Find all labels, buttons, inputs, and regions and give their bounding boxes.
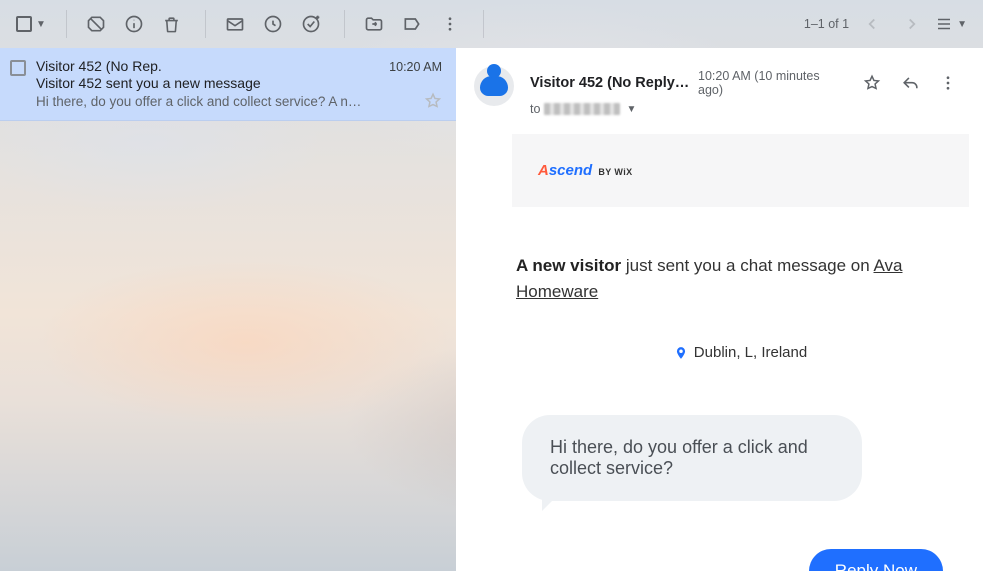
message-body: Ascend BY WiX A new visitor just sent yo… [456,116,983,571]
toolbar: ▼ 1–1 of [0,0,983,48]
move-to-icon[interactable] [355,5,393,43]
split-pane-toggle[interactable]: ▼ [929,15,973,33]
caret-down-icon: ▼ [36,19,46,30]
more-icon[interactable] [931,66,965,100]
reading-pane: Visitor 452 (No Reply)... 10:20 AM (10 m… [456,48,983,571]
visitor-location: Dublin, L, Ireland [512,344,969,361]
message-list-pane: Visitor 452 (No Rep. 10:20 AM Visitor 45… [0,48,456,571]
chat-bubble: Hi there, do you offer a click and colle… [522,415,862,501]
header-sender: Visitor 452 (No Reply)... [530,75,690,91]
caret-down-icon: ▼ [957,19,967,30]
brand-banner: Ascend BY WiX [512,134,969,207]
caret-down-icon: ▼ [626,104,636,115]
prev-page-icon[interactable] [855,7,889,41]
row-time: 10:20 AM [389,60,442,74]
info-icon[interactable] [115,5,153,43]
more-icon[interactable] [431,5,469,43]
reply-icon[interactable] [893,66,927,100]
labels-icon[interactable] [393,5,431,43]
avatar [474,66,514,106]
message-row[interactable]: Visitor 452 (No Rep. 10:20 AM Visitor 45… [0,48,456,121]
pager: 1–1 of 1 [804,7,929,41]
row-snippet: Hi there, do you offer a click and colle… [36,94,366,109]
next-page-icon[interactable] [895,7,929,41]
add-task-icon[interactable] [292,5,330,43]
ascend-logo: Ascend BY WiX [538,162,633,179]
location-pin-icon [674,345,688,361]
star-icon[interactable] [855,66,889,100]
recipient-redacted [544,103,620,115]
recipient-line[interactable]: to ▼ [530,102,965,116]
header-time: 10:20 AM (10 minutes ago) [698,69,847,97]
select-all-checkbox[interactable]: ▼ [10,16,52,32]
row-checkbox[interactable] [10,60,26,76]
snooze-icon[interactable] [254,5,292,43]
to-prefix: to [530,102,540,116]
intro-text: A new visitor just sent you a chat messa… [516,253,965,304]
row-sender: Visitor 452 (No Rep. [36,58,162,74]
pager-text: 1–1 of 1 [804,17,849,31]
row-subject: Visitor 452 sent you a new message [36,75,442,91]
message-header: Visitor 452 (No Reply)... 10:20 AM (10 m… [456,48,983,116]
reply-now-button[interactable]: Reply Now [809,549,943,571]
report-spam-icon[interactable] [77,5,115,43]
delete-icon[interactable] [153,5,191,43]
mark-unread-icon[interactable] [216,5,254,43]
star-icon[interactable] [424,92,442,110]
